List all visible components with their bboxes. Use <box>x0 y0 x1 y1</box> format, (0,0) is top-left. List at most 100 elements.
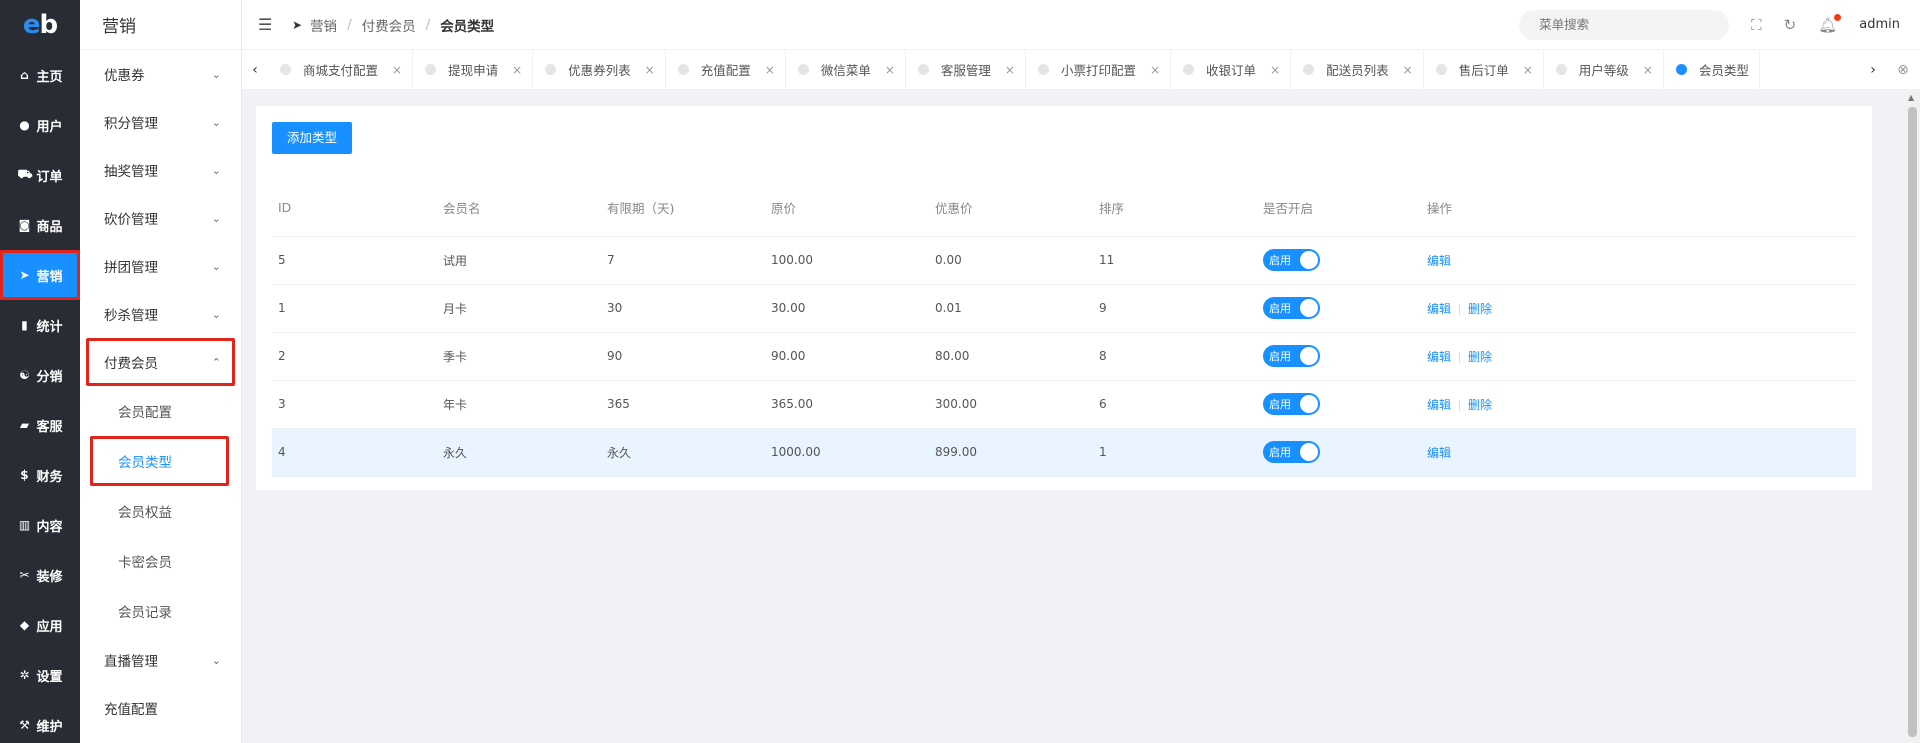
submenu-group-label: 抽奖管理 <box>104 164 158 180</box>
submenu-group[interactable]: 积分管理 ⌄ <box>80 98 241 146</box>
status-toggle[interactable]: 启用 <box>1263 393 1320 415</box>
submenu-item[interactable]: 会员权益 <box>80 486 241 536</box>
nav-item-2[interactable]: ⛟ 订单 <box>0 150 80 200</box>
close-icon[interactable]: × <box>885 63 895 77</box>
table-row[interactable]: 1 月卡 30 30.00 0.01 9 启用 编辑 删除 <box>272 284 1856 333</box>
close-icon[interactable]: × <box>392 63 402 77</box>
breadcrumb-item[interactable]: 营销 <box>310 15 337 35</box>
close-icon[interactable]: × <box>1403 63 1413 77</box>
breadcrumb-item[interactable]: 付费会员 <box>362 15 416 35</box>
close-icon[interactable]: × <box>1643 63 1653 77</box>
submenu-group[interactable]: 秒杀管理 ⌄ <box>80 290 241 338</box>
tab-item[interactable]: 商城支付配置 × <box>268 50 414 89</box>
edit-link[interactable]: 编辑 <box>1427 302 1451 316</box>
submenu-group[interactable]: 抽奖管理 ⌄ <box>80 146 241 194</box>
submenu-group[interactable]: 优惠券 ⌄ <box>80 50 241 98</box>
nav-item-4[interactable]: ➤ 营销 <box>0 250 80 300</box>
table-row[interactable]: 4 永久 永久 1000.00 899.00 1 启用 编辑 <box>272 428 1856 477</box>
nav-item-1[interactable]: ● 用户 <box>0 100 80 150</box>
close-icon[interactable]: × <box>1005 63 1015 77</box>
edit-link[interactable]: 编辑 <box>1427 398 1451 412</box>
delete-link[interactable]: 删除 <box>1468 302 1492 316</box>
close-icon[interactable]: × <box>645 63 655 77</box>
fullscreen-icon[interactable]: ⛶ <box>1751 16 1762 34</box>
tab-item[interactable]: 微信菜单 × <box>786 50 906 89</box>
cell-status: 启用 <box>1257 428 1421 477</box>
tab-item[interactable]: 充值配置 × <box>666 50 786 89</box>
edit-link[interactable]: 编辑 <box>1427 254 1451 268</box>
table-row[interactable]: 5 试用 7 100.00 0.00 11 启用 编辑 <box>272 236 1856 285</box>
close-icon[interactable]: × <box>512 63 522 77</box>
submenu-group-open[interactable]: 付费会员 ⌃ <box>86 338 235 386</box>
nav-item-10[interactable]: ✂ 装修 <box>0 550 80 600</box>
tab-item[interactable]: 售后订单 × <box>1424 50 1544 89</box>
bell-icon[interactable]: 🔔︎ <box>1818 13 1842 34</box>
nav-item-6[interactable]: ☯ 分销 <box>0 350 80 400</box>
submenu-item[interactable]: 会员记录 <box>80 586 241 636</box>
submenu-item[interactable]: 会员类型 <box>90 436 229 486</box>
close-all-tabs-icon[interactable]: ⊗ <box>1886 62 1920 78</box>
status-toggle[interactable]: 启用 <box>1263 345 1320 367</box>
tab-item[interactable]: 用户等级 × <box>1544 50 1664 89</box>
add-type-button[interactable]: 添加类型 <box>272 122 353 154</box>
toggle-knob <box>1300 251 1318 269</box>
nav-item-0[interactable]: ⌂ 主页 <box>0 50 80 100</box>
tab-item[interactable]: 优惠券列表 × <box>533 50 666 89</box>
submenu-item[interactable]: 会员配置 <box>80 386 241 436</box>
status-toggle[interactable]: 启用 <box>1263 249 1320 271</box>
nav-item-11[interactable]: ◆ 应用 <box>0 600 80 650</box>
status-toggle[interactable]: 启用 <box>1263 297 1320 319</box>
tabs-scroll-right-icon[interactable]: › <box>1860 62 1886 78</box>
menu-fold-icon[interactable]: ☰ <box>258 15 282 34</box>
delete-link[interactable]: 删除 <box>1468 350 1492 364</box>
submenu-item[interactable]: 充值配置 <box>80 684 241 732</box>
close-icon[interactable]: × <box>765 63 775 77</box>
edit-link[interactable]: 编辑 <box>1427 446 1451 460</box>
cell-period: 90 <box>601 332 765 381</box>
cell-actions: 编辑 <box>1421 428 1856 477</box>
tab-item[interactable]: 配送员列表 × <box>1291 50 1424 89</box>
submenu-item[interactable]: 卡密会员 <box>80 536 241 586</box>
tab-item[interactable]: 收银订单 × <box>1171 50 1292 89</box>
close-icon[interactable]: × <box>1270 63 1280 77</box>
nav-item-7[interactable]: ▰ 客服 <box>0 400 80 450</box>
submenu-group[interactable]: 拼团管理 ⌄ <box>80 242 241 290</box>
delete-link[interactable]: 删除 <box>1468 398 1492 412</box>
nav-item-label: 维护 <box>36 719 63 735</box>
nav-item-5[interactable]: ▮ 统计 <box>0 300 80 350</box>
nav-item-9[interactable]: ▥ 内容 <box>0 500 80 550</box>
user-menu[interactable]: admin <box>1859 17 1900 32</box>
table-row[interactable]: 2 季卡 90 90.00 80.00 8 启用 编辑 删除 <box>272 332 1856 381</box>
cell-actions: 编辑 删除 <box>1421 332 1856 381</box>
edit-link[interactable]: 编辑 <box>1427 350 1451 364</box>
page-scrollbar[interactable]: ▲ <box>1905 91 1920 743</box>
tab-item[interactable]: 提现申请 × <box>413 50 534 89</box>
nav-item-12[interactable]: ✲ 设置 <box>0 650 80 700</box>
column-header: 排序 <box>1093 180 1257 237</box>
app-logo[interactable]: eb <box>0 0 80 50</box>
close-icon[interactable]: × <box>1523 63 1533 77</box>
submenu-group-label: 直播管理 <box>104 654 158 670</box>
tab-item[interactable]: 会员类型 <box>1664 50 1760 89</box>
tab-status-dot <box>1555 64 1567 75</box>
nav-item-label: 财务 <box>36 469 63 485</box>
nav-item-3[interactable]: ◙ 商品 <box>0 200 80 250</box>
menu-search-input[interactable] <box>1519 9 1730 40</box>
tab-status-dot <box>545 64 557 75</box>
column-header: ID <box>272 180 437 237</box>
chevron-down-icon: ⌄ <box>211 163 221 177</box>
refresh-icon[interactable]: ↻ <box>1784 16 1797 34</box>
tab-label: 收银订单 <box>1206 63 1257 78</box>
cell-name: 年卡 <box>437 380 601 429</box>
tab-item[interactable]: 客服管理 × <box>906 50 1026 89</box>
table-row[interactable]: 3 年卡 365 365.00 300.00 6 启用 编辑 删除 <box>272 380 1856 429</box>
close-icon[interactable]: × <box>1150 63 1160 77</box>
submenu-group[interactable]: 砍价管理 ⌄ <box>80 194 241 242</box>
nav-item-13[interactable]: ⚒ 维护 <box>0 700 80 743</box>
tab-item[interactable]: 小票打印配置 × <box>1026 50 1172 89</box>
nav-item-8[interactable]: $ 财务 <box>0 450 80 500</box>
nav-item-label: 客服 <box>36 419 63 435</box>
status-toggle[interactable]: 启用 <box>1263 441 1320 463</box>
tabs-scroll-left-icon[interactable]: ‹ <box>242 62 268 78</box>
submenu-group[interactable]: 直播管理 ⌄ <box>80 636 241 684</box>
